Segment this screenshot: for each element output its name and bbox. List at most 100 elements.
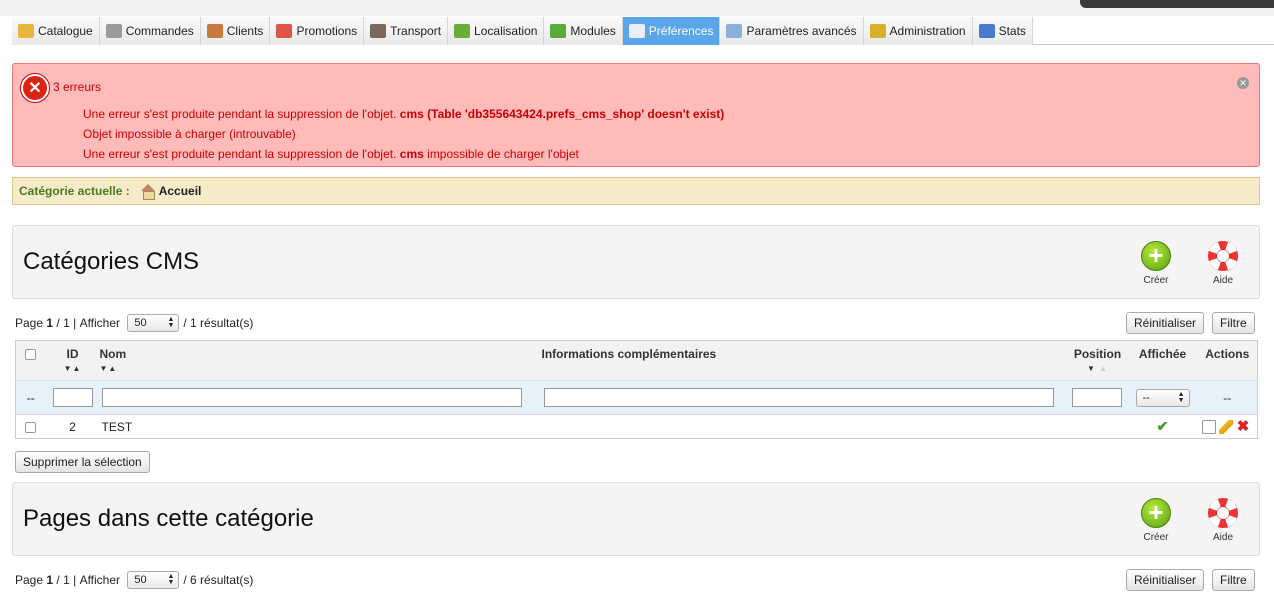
show-label: Afficher <box>79 573 121 587</box>
filter-dash: -- <box>15 380 46 415</box>
pagination: Page 1 / 1 | Afficher 50 ▲ ▼ / 1 résultat(… <box>15 314 254 332</box>
per-page-select[interactable]: 50 ▲ ▼ <box>127 571 180 589</box>
home-icon <box>140 184 156 200</box>
enabled-check-icon[interactable]: ✔ <box>1157 418 1169 434</box>
help-label: Aide <box>1212 275 1233 286</box>
truck-icon <box>370 24 387 38</box>
current-page: 1 <box>46 316 54 330</box>
row-position <box>1067 414 1128 439</box>
cms-categories-table: ID ▼▲ Nom ▼▲ Informations complémentaires … <box>15 340 1258 439</box>
page-prefix: Page <box>15 573 44 587</box>
tab-clients[interactable]: Clients <box>200 17 271 45</box>
create-label: Créer <box>1143 532 1169 543</box>
col-info: Informations complémentaires <box>541 340 1068 381</box>
error-text: Une erreur s'est produite pendant la sup… <box>83 107 400 121</box>
error-item: Objet impossible à charger (introuvable) <box>83 124 724 144</box>
create-button[interactable]: + Créer <box>1134 241 1178 286</box>
tab-label: Modules <box>570 24 616 38</box>
current-page: 1 <box>46 573 54 587</box>
main-menu: Catalogue Commandes Clients Promotions Trans… <box>12 17 1274 45</box>
tab-stats[interactable]: Stats <box>972 17 1033 45</box>
select-arrows-icon: ▲ ▼ <box>1177 390 1185 404</box>
error-icon: ✕ <box>21 74 49 102</box>
breadcrumb-home-link[interactable]: Accueil <box>159 184 202 198</box>
help-button[interactable]: Aide <box>1201 241 1245 286</box>
sort-icon[interactable]: ▼▲ <box>46 364 100 373</box>
row-name: TEST <box>99 414 542 439</box>
error-list: Une erreur s'est produite pendant la sup… <box>83 104 724 164</box>
reset-button[interactable]: Réinitialiser <box>1126 312 1205 334</box>
wrench-icon <box>726 24 743 38</box>
help-button[interactable]: Aide <box>1201 498 1245 543</box>
error-item: Une erreur s'est produite pendant la sup… <box>83 104 724 124</box>
add-icon: + <box>1141 498 1171 528</box>
tab-transport[interactable]: Transport <box>364 17 449 45</box>
sort-icon[interactable]: ▼▲ <box>100 364 542 373</box>
tab-localisation[interactable]: Localisation <box>448 17 545 45</box>
tab-label: Commandes <box>125 24 194 38</box>
per-page-select[interactable]: 50 ▲ ▼ <box>127 314 180 332</box>
filter-button[interactable]: Filtre <box>1212 569 1255 591</box>
filter-id-input[interactable] <box>52 388 93 407</box>
filter-row: -- -- ▲ ▼ -- <box>15 380 1258 415</box>
cms-categories-toolbar: Catégories CMS + Créer Aide <box>12 225 1260 299</box>
view-icon[interactable] <box>1202 419 1216 434</box>
filter-shown-value: -- <box>1142 391 1150 404</box>
tab-label: Promotions <box>296 24 358 38</box>
tab-label: Préférences <box>648 24 714 38</box>
chart-icon <box>978 24 995 38</box>
close-icon[interactable]: ✕ <box>1237 77 1249 89</box>
globe-icon <box>454 24 471 38</box>
edit-icon[interactable] <box>1219 419 1233 434</box>
per-page-value: 50 <box>134 574 147 586</box>
preferences-icon <box>628 24 645 38</box>
total-pages: 1 <box>63 573 70 587</box>
tab-preferences[interactable]: Préférences <box>622 17 721 45</box>
add-icon: + <box>1141 241 1171 271</box>
filter-button[interactable]: Filtre <box>1212 312 1255 334</box>
help-label: Aide <box>1212 532 1233 543</box>
table-row[interactable]: 2 TEST ✔ ✖ <box>15 414 1258 439</box>
lifebuoy-icon <box>1208 498 1238 528</box>
filter-info-input[interactable] <box>543 388 1054 407</box>
filter-name-input[interactable] <box>101 388 522 407</box>
delete-selection-button[interactable]: Supprimer la sélection <box>15 451 150 473</box>
row-checkbox[interactable] <box>25 421 37 433</box>
results-count: / 1 résultat(s) <box>183 316 254 330</box>
tab-label: Paramètres avancés <box>746 24 857 38</box>
sort-icon[interactable]: ▼ ▲ <box>1068 364 1128 373</box>
filter-actions-dash: -- <box>1197 380 1258 415</box>
breadcrumb: Catégorie actuelle : Accueil <box>12 177 1260 205</box>
page-prefix: Page <box>15 316 44 330</box>
puzzle-icon <box>550 24 567 38</box>
key-icon <box>869 24 886 38</box>
tab-label: Localisation <box>474 24 538 38</box>
error-text: Objet impossible à charger (introuvable) <box>83 127 296 141</box>
select-all-checkbox[interactable] <box>25 349 37 361</box>
user-icon <box>206 24 223 38</box>
tab-parametres-avances[interactable]: Paramètres avancés <box>720 17 864 45</box>
page-title: Catégories CMS <box>23 248 200 275</box>
delete-icon[interactable]: ✖ <box>1236 419 1250 434</box>
reset-button[interactable]: Réinitialiser <box>1126 569 1205 591</box>
create-button[interactable]: + Créer <box>1134 498 1178 543</box>
create-label: Créer <box>1143 275 1169 286</box>
tab-administration[interactable]: Administration <box>863 17 973 45</box>
filter-position-input[interactable] <box>1071 388 1122 407</box>
tab-commandes[interactable]: Commandes <box>99 17 201 45</box>
folder-icon <box>18 24 34 38</box>
filter-shown-select[interactable]: -- ▲ ▼ <box>1135 388 1190 407</box>
row-info <box>541 414 1068 439</box>
top-search-bar[interactable] <box>1080 0 1274 8</box>
tab-modules[interactable]: Modules <box>544 17 623 45</box>
col-shown: Affichée <box>1127 340 1198 381</box>
section-title: Pages dans cette catégorie <box>23 505 314 532</box>
row-id: 2 <box>45 414 100 439</box>
tab-catalogue[interactable]: Catalogue <box>12 17 100 45</box>
tab-label: Transport <box>390 24 442 38</box>
per-page-value: 50 <box>134 317 147 329</box>
tab-promotions[interactable]: Promotions <box>270 17 365 45</box>
error-bold: cms <box>399 147 424 161</box>
gift-icon <box>276 24 293 38</box>
error-rest: impossible de charger l'objet <box>423 147 579 161</box>
